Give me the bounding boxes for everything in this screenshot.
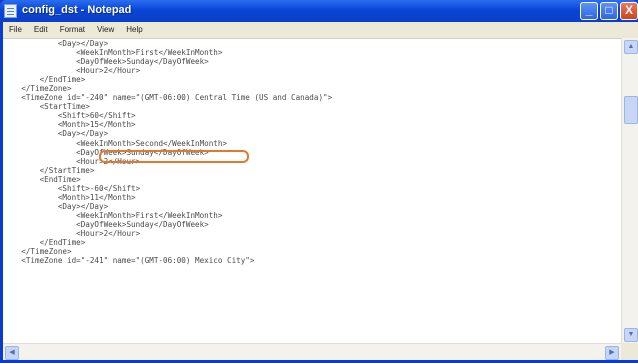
code-line: <Hour>2</Hour> — [3, 156, 141, 166]
menu-format[interactable]: Format — [54, 22, 91, 38]
maximize-button[interactable]: □ — [600, 2, 618, 20]
code-line: <TimeZone id="-241" name="(GMT-06:00) Me… — [3, 256, 255, 266]
menu-view[interactable]: View — [91, 22, 120, 38]
scroll-down-arrow-icon[interactable]: ▼ — [624, 328, 638, 342]
code-line: <DayOfWeek>Sunday</DayOfWeek> — [3, 147, 209, 157]
code-line: <TimeZone id="-240" name="(GMT-06:00) Ce… — [3, 93, 333, 103]
code-line: <Day></Day> — [3, 39, 109, 48]
code-line: </EndTime> — [3, 75, 86, 85]
code-line: <WeekInMonth>First</WeekInMonth> — [3, 210, 223, 220]
window-title: config_dst - Notepad — [22, 4, 132, 16]
code-line: <Shift>-60</Shift> — [3, 183, 141, 193]
code-line: <Day></Day> — [3, 201, 109, 211]
code-line: <WeekInMonth>First</WeekInMonth> — [3, 48, 223, 58]
code-line: <EndTime> — [3, 174, 81, 184]
scroll-up-arrow-icon[interactable]: ▲ — [624, 40, 638, 54]
horizontal-scrollbar[interactable]: ◀ ▶ — [3, 343, 621, 361]
text-editor[interactable]: <Day></Day> <WeekInMonth>First</WeekInMo… — [3, 38, 621, 344]
code-line: <StartTime> — [3, 102, 90, 112]
vertical-scroll-thumb[interactable] — [624, 96, 638, 124]
menu-file[interactable]: File — [3, 22, 28, 38]
code-line: <Hour>2</Hour> — [3, 66, 141, 76]
code-line: </TimeZone> — [3, 247, 72, 257]
code-line: <WeekInMonth>Second</WeekInMonth> — [3, 138, 228, 148]
close-button[interactable]: X — [620, 2, 638, 20]
menu-bar: File Edit Format View Help — [3, 22, 638, 38]
code-line: <Month>11</Month> — [3, 192, 136, 202]
scroll-left-arrow-icon[interactable]: ◀ — [5, 346, 19, 360]
title-bar[interactable]: config_dst - Notepad _ □ X — [0, 0, 638, 22]
code-line: <DayOfWeek>Sunday</DayOfWeek> — [3, 219, 209, 229]
code-line: <DayOfWeek>Sunday</DayOfWeek> — [3, 57, 209, 67]
document-text: <Day></Day> <WeekInMonth>First</WeekInMo… — [3, 39, 621, 265]
month-highlight-box — [99, 150, 249, 163]
menu-edit[interactable]: Edit — [28, 22, 54, 38]
code-line: </EndTime> — [3, 238, 86, 248]
menu-help[interactable]: Help — [120, 22, 148, 38]
code-line: <Day></Day> — [3, 129, 109, 139]
notepad-icon — [4, 4, 17, 18]
code-line: </TimeZone> — [3, 84, 72, 94]
code-line: <Shift>60</Shift> — [3, 111, 136, 121]
notepad-window: config_dst - Notepad _ □ X File Edit Forma… — [0, 0, 638, 363]
code-line: <Month>15</Month> — [3, 120, 136, 130]
code-line: <Hour>2</Hour> — [3, 228, 141, 238]
minimize-button[interactable]: _ — [580, 2, 598, 20]
code-line: </StartTime> — [3, 165, 95, 175]
vertical-scrollbar[interactable]: ▲ ▼ — [621, 38, 638, 343]
scroll-right-arrow-icon[interactable]: ▶ — [605, 346, 619, 360]
